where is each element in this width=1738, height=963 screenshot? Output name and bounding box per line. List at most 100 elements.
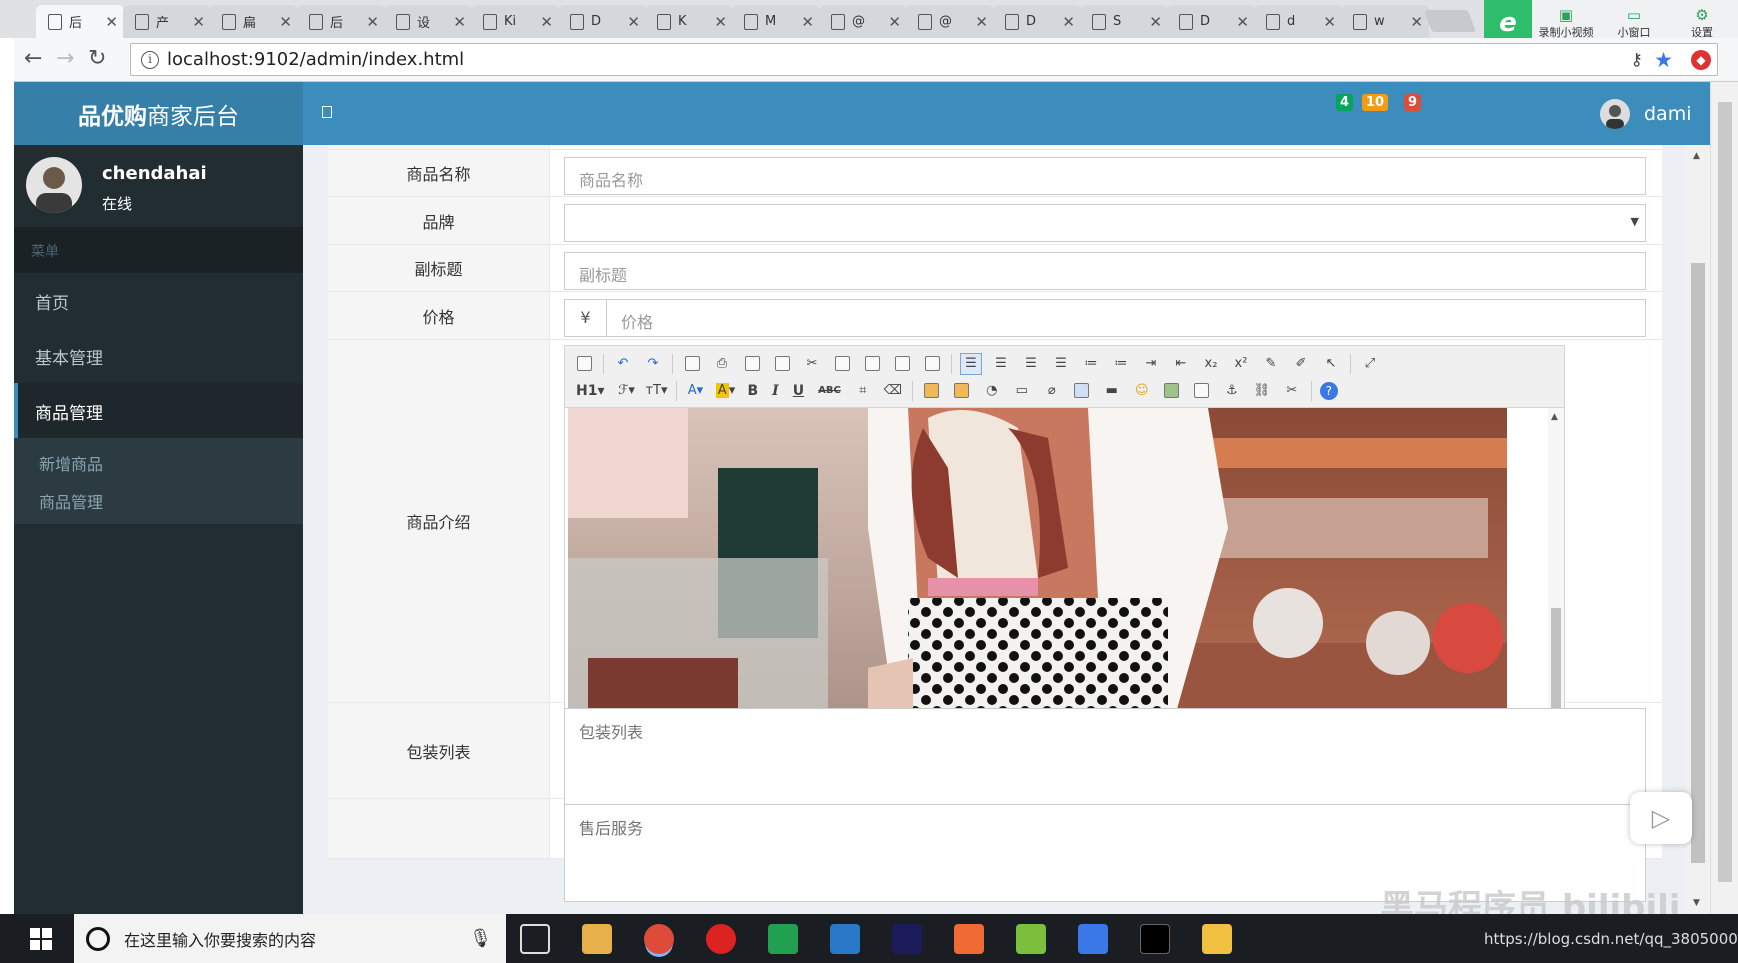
- bold-button[interactable]: B: [745, 380, 762, 402]
- browser-tab[interactable]: 后 ✕: [297, 5, 385, 38]
- browser-tab[interactable]: K ✕: [645, 5, 733, 38]
- browser-tab[interactable]: 设 ✕: [384, 5, 472, 38]
- ext-settings-button[interactable]: ⚙ 设置: [1668, 6, 1736, 40]
- sidebar-subitem-add-goods[interactable]: 新增商品: [14, 443, 303, 481]
- close-icon[interactable]: ✕: [366, 13, 379, 31]
- taskbar-search[interactable]: 在这里输入你要搜索的内容 🎙: [74, 914, 506, 963]
- app-logo[interactable]: 品优购 商家后台: [14, 82, 303, 145]
- sidebar-subitem-goods-manage[interactable]: 商品管理: [14, 481, 303, 519]
- multi-image-icon[interactable]: [951, 380, 973, 402]
- close-icon[interactable]: ✕: [1062, 13, 1075, 31]
- editor-body[interactable]: ▲: [565, 408, 1564, 743]
- paste-icon[interactable]: [573, 353, 595, 375]
- terminal-app-icon[interactable]: [1140, 924, 1170, 954]
- align-right-icon[interactable]: ☰: [1020, 353, 1042, 375]
- scroll-down-icon[interactable]: ▼: [1693, 898, 1700, 908]
- strikethrough-button[interactable]: ABC: [815, 380, 844, 402]
- close-icon[interactable]: ✕: [192, 13, 205, 31]
- italic-button[interactable]: I: [769, 380, 782, 402]
- browser-tab[interactable]: S ✕: [1080, 5, 1168, 38]
- window-scrollbar[interactable]: [1710, 82, 1738, 914]
- undo-icon[interactable]: ↶: [612, 353, 634, 375]
- preview-icon[interactable]: [681, 353, 703, 375]
- highlight-color-icon[interactable]: A ▾: [715, 380, 737, 402]
- file-manager-app-icon[interactable]: [582, 924, 612, 954]
- folder-app-icon[interactable]: [1202, 924, 1232, 954]
- scroll-up-icon[interactable]: ▲: [1693, 151, 1700, 161]
- clear-format-icon[interactable]: ✎: [1260, 353, 1282, 375]
- pdf-app-icon[interactable]: [954, 924, 984, 954]
- sidebar-item-home[interactable]: 首页: [14, 273, 303, 328]
- link-icon[interactable]: ⛓: [1251, 380, 1273, 402]
- browser-tab[interactable]: D ✕: [1167, 5, 1255, 38]
- blue-app-icon[interactable]: [830, 924, 860, 954]
- image-icon[interactable]: [921, 380, 943, 402]
- align-left-icon[interactable]: ☰: [960, 352, 982, 375]
- unlink-icon[interactable]: ✂: [1281, 380, 1303, 402]
- indent-icon[interactable]: ⇥: [1140, 353, 1162, 375]
- anchor-icon[interactable]: ⚓: [1221, 380, 1243, 402]
- microphone-icon[interactable]: 🎙: [469, 928, 492, 949]
- adblock-icon[interactable]: ◆: [1691, 49, 1711, 70]
- goods-name-input[interactable]: 商品名称: [564, 157, 1646, 195]
- browser-tab[interactable]: 产 ✕: [123, 5, 211, 38]
- close-icon[interactable]: ✕: [1236, 13, 1249, 31]
- print-icon[interactable]: ⎙: [711, 353, 733, 375]
- format-painter-icon[interactable]: ✐: [1290, 353, 1312, 375]
- attachment-icon[interactable]: ⌀: [1041, 380, 1063, 402]
- close-icon[interactable]: ✕: [105, 13, 118, 31]
- browser-tab[interactable]: M ✕: [732, 5, 820, 38]
- cut-icon[interactable]: ✂: [801, 353, 823, 375]
- template-icon[interactable]: [741, 353, 763, 375]
- mini-window-button[interactable]: ▭ 小窗口: [1600, 6, 1668, 40]
- browser-tab[interactable]: 扁 ✕: [210, 5, 298, 38]
- forward-icon[interactable]: →: [56, 46, 74, 71]
- chrome-app-icon[interactable]: [644, 924, 674, 954]
- font-color-icon[interactable]: A▾: [685, 380, 707, 402]
- paste-word-icon[interactable]: [921, 353, 943, 375]
- intellij-app-icon[interactable]: [892, 924, 922, 954]
- info-icon[interactable]: i: [141, 50, 159, 69]
- package-textarea[interactable]: [564, 708, 1646, 806]
- fullscreen-icon[interactable]: ⤢: [1359, 353, 1381, 375]
- unordered-list-icon[interactable]: ≔: [1110, 353, 1132, 375]
- subscript-icon[interactable]: x₂: [1200, 353, 1222, 375]
- browser-tab[interactable]: D ✕: [993, 5, 1081, 38]
- sidebar-toggle-icon[interactable]: [322, 106, 332, 118]
- close-icon[interactable]: ✕: [540, 13, 553, 31]
- emoji-icon[interactable]: ☺: [1131, 380, 1153, 402]
- browser-tab[interactable]: w ✕: [1341, 5, 1429, 38]
- code-icon[interactable]: [771, 353, 793, 375]
- notification-badge[interactable]: 4: [1336, 94, 1354, 111]
- browser-tab[interactable]: @ ✕: [819, 5, 907, 38]
- sidebar-item-basic[interactable]: 基本管理: [14, 328, 303, 383]
- editor-scrollbar[interactable]: ▲: [1548, 408, 1564, 741]
- reload-icon[interactable]: ↻: [88, 46, 106, 71]
- record-video-button[interactable]: ▣ 录制小视频: [1532, 6, 1600, 40]
- red-app-icon[interactable]: [706, 924, 736, 954]
- back-icon[interactable]: ←: [24, 46, 42, 71]
- sidebar-item-goods[interactable]: 商品管理: [14, 383, 303, 438]
- font-family-icon[interactable]: ℱ▾: [616, 380, 638, 402]
- new-tab-button[interactable]: [1423, 10, 1477, 32]
- key-icon[interactable]: ⚷: [1631, 50, 1643, 70]
- table-icon[interactable]: [1071, 380, 1093, 402]
- line-height-icon[interactable]: ⌗: [852, 380, 874, 402]
- close-icon[interactable]: ✕: [279, 13, 292, 31]
- browser-tab[interactable]: d ✕: [1254, 5, 1342, 38]
- browser-tab[interactable]: Ki ✕: [471, 5, 559, 38]
- close-icon[interactable]: ✕: [714, 13, 727, 31]
- redo-icon[interactable]: ↷: [642, 353, 664, 375]
- close-icon[interactable]: ✕: [453, 13, 466, 31]
- close-icon[interactable]: ✕: [627, 13, 640, 31]
- map-icon[interactable]: [1161, 380, 1183, 402]
- paste-text-icon[interactable]: [891, 353, 913, 375]
- outdent-icon[interactable]: ⇤: [1170, 353, 1192, 375]
- close-icon[interactable]: ✕: [801, 13, 814, 31]
- align-center-icon[interactable]: ☰: [990, 353, 1012, 375]
- brand-select[interactable]: ▼: [564, 204, 1646, 242]
- task-badge[interactable]: 9: [1404, 94, 1422, 111]
- underline-button[interactable]: U: [790, 380, 807, 402]
- eraser-icon[interactable]: ⌫: [882, 380, 904, 402]
- scroll-up-icon[interactable]: ▲: [1551, 412, 1558, 422]
